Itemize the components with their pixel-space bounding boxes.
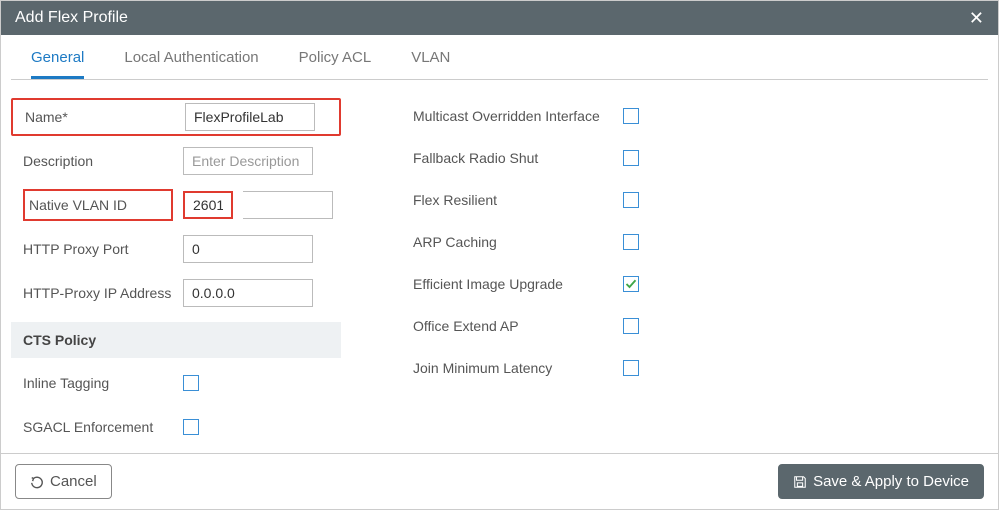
- row-arp-caching: ARP Caching: [401, 224, 721, 260]
- arp-caching-label: ARP Caching: [413, 234, 623, 250]
- cancel-button[interactable]: Cancel: [15, 464, 112, 499]
- native-vlan-input[interactable]: [183, 191, 233, 219]
- dialog-title: Add Flex Profile: [15, 9, 128, 27]
- row-description: Description: [11, 142, 341, 180]
- row-efficient-upgrade: Efficient Image Upgrade: [401, 266, 721, 302]
- row-sgacl-enforcement: SGACL Enforcement: [11, 408, 341, 446]
- tab-bar: General Local Authentication Policy ACL …: [11, 35, 988, 80]
- sgacl-checkbox[interactable]: [183, 419, 199, 435]
- name-label: Name*: [25, 109, 175, 125]
- office-extend-checkbox[interactable]: [623, 318, 639, 334]
- http-proxy-port-input[interactable]: [183, 235, 313, 263]
- tab-policy-acl[interactable]: Policy ACL: [299, 49, 372, 79]
- fallback-checkbox[interactable]: [623, 150, 639, 166]
- add-flex-profile-dialog: Add Flex Profile ✕ General Local Authent…: [0, 0, 999, 510]
- http-proxy-ip-input[interactable]: [183, 279, 313, 307]
- join-min-latency-checkbox[interactable]: [623, 360, 639, 376]
- dialog-content: Name* Description Native VLAN ID HTTP Pr…: [1, 80, 998, 453]
- tab-vlan[interactable]: VLAN: [411, 49, 450, 79]
- flex-resilient-checkbox[interactable]: [623, 192, 639, 208]
- native-vlan-input-extra[interactable]: [243, 191, 333, 219]
- row-http-proxy-ip: HTTP-Proxy IP Address: [11, 274, 341, 312]
- native-vlan-label: Native VLAN ID: [23, 189, 173, 221]
- fallback-label: Fallback Radio Shut: [413, 150, 623, 166]
- row-http-proxy-port: HTTP Proxy Port: [11, 230, 341, 268]
- undo-icon: [30, 475, 44, 489]
- efficient-upgrade-checkbox[interactable]: [623, 276, 639, 292]
- dialog-titlebar: Add Flex Profile ✕: [1, 1, 998, 35]
- flex-resilient-label: Flex Resilient: [413, 192, 623, 208]
- inline-tagging-checkbox[interactable]: [183, 375, 199, 391]
- save-apply-button[interactable]: Save & Apply to Device: [778, 464, 984, 499]
- multicast-checkbox[interactable]: [623, 108, 639, 124]
- cts-policy-header: CTS Policy: [11, 322, 341, 358]
- row-name: Name*: [11, 98, 341, 136]
- description-input[interactable]: [183, 147, 313, 175]
- arp-caching-checkbox[interactable]: [623, 234, 639, 250]
- save-icon: [793, 475, 807, 489]
- http-proxy-ip-label: HTTP-Proxy IP Address: [23, 285, 173, 301]
- dialog-footer: Cancel Save & Apply to Device: [1, 453, 998, 509]
- row-fallback-radio: Fallback Radio Shut: [401, 140, 721, 176]
- efficient-upgrade-label: Efficient Image Upgrade: [413, 276, 623, 292]
- right-column: Multicast Overridden Interface Fallback …: [401, 98, 721, 443]
- row-office-extend: Office Extend AP: [401, 308, 721, 344]
- save-apply-label: Save & Apply to Device: [813, 473, 969, 490]
- cancel-label: Cancel: [50, 473, 97, 490]
- name-input[interactable]: [185, 103, 315, 131]
- left-column: Name* Description Native VLAN ID HTTP Pr…: [11, 98, 341, 443]
- row-native-vlan: Native VLAN ID: [11, 186, 341, 224]
- row-inline-tagging: Inline Tagging: [11, 364, 341, 402]
- tab-local-authentication[interactable]: Local Authentication: [124, 49, 258, 79]
- http-proxy-port-label: HTTP Proxy Port: [23, 241, 173, 257]
- tab-general[interactable]: General: [31, 49, 84, 79]
- row-join-min-latency: Join Minimum Latency: [401, 350, 721, 386]
- multicast-label: Multicast Overridden Interface: [413, 108, 623, 124]
- close-icon[interactable]: ✕: [969, 9, 984, 27]
- row-flex-resilient: Flex Resilient: [401, 182, 721, 218]
- sgacl-label: SGACL Enforcement: [23, 419, 173, 435]
- inline-tagging-label: Inline Tagging: [23, 375, 173, 391]
- description-label: Description: [23, 153, 173, 169]
- join-min-latency-label: Join Minimum Latency: [413, 360, 623, 376]
- row-multicast: Multicast Overridden Interface: [401, 98, 721, 134]
- office-extend-label: Office Extend AP: [413, 318, 623, 334]
